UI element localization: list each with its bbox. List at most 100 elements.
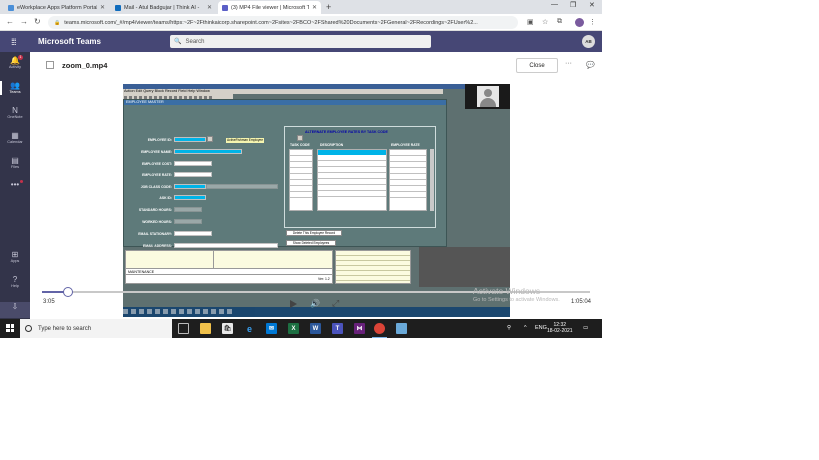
notifications-icon[interactable]: ▭ — [583, 325, 588, 331]
file-explorer-icon[interactable] — [200, 323, 211, 334]
ask-id-field[interactable] — [174, 195, 206, 200]
extensions-icon[interactable]: ⧉ — [557, 18, 562, 26]
rail-item-teams[interactable]: 👥 Teams — [0, 81, 30, 95]
tray-chevron-icon[interactable]: ^ — [524, 325, 527, 331]
rail-item-activity[interactable]: 🔔 Activity 1 — [0, 55, 30, 70]
file-name: zoom_0.mp4 — [62, 61, 108, 70]
panel-button[interactable] — [297, 135, 303, 141]
app-rail: 🔔 Activity 1 👥 Teams N OneNote ▦ Calenda… — [0, 52, 30, 319]
close-tab-icon[interactable]: ✕ — [100, 4, 105, 11]
store-icon[interactable]: 🛍 — [222, 323, 233, 334]
close-tab-icon[interactable]: ✕ — [207, 4, 212, 11]
rail-more-apps[interactable]: ••• — [0, 180, 30, 189]
cortana-icon — [25, 325, 32, 332]
more-badge — [20, 180, 23, 183]
show-deleted-button[interactable]: Show Deleted Employees — [286, 240, 336, 246]
edge-icon[interactable]: e — [244, 323, 255, 334]
rail-item-files[interactable]: ▤ Files — [0, 156, 30, 170]
employee-cost-field[interactable] — [174, 161, 212, 166]
app-launcher-icon[interactable]: ⁞⁞⁞ — [11, 37, 16, 47]
windows-start-icon[interactable] — [6, 324, 14, 332]
eworkplace-favicon — [8, 4, 14, 11]
excel-icon[interactable]: X — [288, 323, 299, 334]
seek-handle[interactable] — [62, 287, 73, 297]
alternate-rates-panel: ALTERNATE EMPLOYEE RATES BY TASK CODE TA… — [284, 126, 436, 228]
browser-tab-mp4-viewer[interactable]: (3) MP4 File viewer | Microsoft Te ✕ — [218, 1, 321, 14]
mail-icon[interactable]: ✉ — [266, 323, 277, 334]
close-tab-icon[interactable]: ✕ — [312, 4, 317, 11]
reload-icon[interactable]: ↻ — [34, 17, 41, 26]
active-employee-tag[interactable]: ActiveFishman Employee — [226, 138, 264, 143]
windows-search-box[interactable]: Type here to search — [20, 319, 172, 338]
input-language[interactable]: ENG — [535, 325, 547, 331]
bookmark-star-icon[interactable]: ☆ — [542, 18, 548, 26]
task-view-icon[interactable] — [178, 323, 189, 334]
apps-icon: ⊞ — [11, 250, 19, 259]
viewer-header: zoom_0.mp4 Close ··· 💬 — [30, 52, 602, 79]
browser-profile-avatar[interactable] — [575, 18, 584, 27]
person-placeholder-icon — [477, 86, 499, 107]
employee-master-window: EMPLOYEE MASTER EMPLOYEE ID: ActiveFishm… — [123, 99, 447, 261]
task-code-column[interactable] — [289, 149, 313, 211]
video-canvas: Action Edit Query Block Record Field Hel… — [30, 79, 602, 319]
browser-tab-mail[interactable]: Mail - Atul Badgujar | Think AI - ✕ — [111, 1, 216, 14]
close-button[interactable]: Close — [516, 58, 558, 73]
word-icon[interactable]: W — [310, 323, 321, 334]
delete-employee-button[interactable]: Delete This Employee Record — [286, 230, 342, 236]
visual-studio-icon[interactable]: ⋈ — [354, 323, 365, 334]
outlook-favicon — [115, 4, 121, 11]
camera-blocked-icon[interactable]: ▣ — [527, 18, 534, 26]
lookup-button[interactable] — [207, 136, 213, 142]
teams-header: ⁞⁞⁞ Microsoft Teams 🔍 Search AB — [0, 31, 602, 52]
browser-toolbar: ← → ↻ 🔒 teams.microsoft.com/_#/mp4/viewe… — [0, 14, 602, 31]
description-column[interactable] — [317, 149, 387, 211]
fullscreen-icon[interactable]: ⤢ — [332, 298, 339, 309]
video-frame[interactable]: Action Edit Query Block Record Field Hel… — [123, 84, 510, 317]
taskbar-clock[interactable]: 12:32 18-02-2021 — [547, 322, 573, 334]
window-close-icon[interactable]: ✕ — [589, 1, 595, 9]
job-class-code-field[interactable] — [174, 184, 206, 189]
rail-item-apps[interactable]: ⊞ Apps — [0, 250, 30, 264]
teams-taskbar-icon[interactable]: T — [332, 323, 343, 334]
employee-id-field[interactable] — [174, 137, 206, 142]
search-input[interactable]: 🔍 Search — [170, 35, 431, 48]
chrome-icon[interactable] — [372, 323, 387, 338]
worked-hours-field[interactable] — [174, 219, 202, 224]
rail-item-help[interactable]: ? Help — [0, 275, 30, 289]
rates-scrollbar[interactable] — [430, 149, 434, 211]
chat-icon[interactable]: 💬 — [586, 61, 595, 69]
participant-webcam — [465, 84, 510, 109]
rail-download-app[interactable]: ⇩ — [0, 302, 30, 318]
video-file-icon — [46, 61, 54, 69]
employee-rate-field[interactable] — [174, 172, 212, 177]
people-icon[interactable]: ⚲ — [507, 325, 511, 331]
rail-item-calendar[interactable]: ▦ Calendar — [0, 131, 30, 145]
user-avatar[interactable]: AB — [582, 35, 595, 48]
rail-item-onenote[interactable]: N OneNote — [0, 106, 30, 120]
minimize-icon[interactable]: — — [551, 1, 558, 8]
forward-arrow-icon[interactable]: → — [20, 17, 28, 26]
screen: eWorkplace Apps Platform Portal ✕ Mail -… — [0, 0, 602, 338]
windows-taskbar: Type here to search 🛍 e ✉ X W T ⋈ ⚲ ^ EN… — [0, 319, 602, 338]
new-tab-button[interactable]: + — [326, 2, 331, 12]
teams-icon: 👥 — [10, 81, 20, 90]
onenote-icon: N — [12, 106, 18, 115]
browser-menu-icon[interactable]: ⋮ — [589, 18, 596, 26]
email-address-field[interactable] — [174, 243, 278, 248]
recorded-taskbar — [123, 307, 510, 317]
app-icon[interactable] — [396, 323, 407, 334]
employee-rate-column[interactable] — [389, 149, 427, 211]
standard-hours-field[interactable] — [174, 207, 202, 212]
browser-tab-eworkplace[interactable]: eWorkplace Apps Platform Portal ✕ — [4, 1, 109, 14]
back-arrow-icon[interactable]: ← — [6, 17, 14, 26]
more-options-icon[interactable]: ··· — [565, 60, 572, 67]
address-bar[interactable]: 🔒 teams.microsoft.com/_#/mp4/viewer/team… — [48, 16, 518, 29]
maintenance-panel: MAINTENANCE Ver: 1.2 — [125, 250, 333, 284]
play-icon[interactable] — [290, 300, 297, 308]
activate-windows-subtitle: Go to Settings to activate Windows. — [473, 297, 560, 303]
employee-name-field[interactable] — [174, 149, 242, 154]
maximize-icon[interactable]: ❐ — [570, 1, 576, 9]
volume-icon[interactable]: 🔊 — [310, 299, 320, 308]
app-title: Microsoft Teams — [38, 37, 101, 46]
email-stationary-field[interactable] — [174, 231, 212, 236]
